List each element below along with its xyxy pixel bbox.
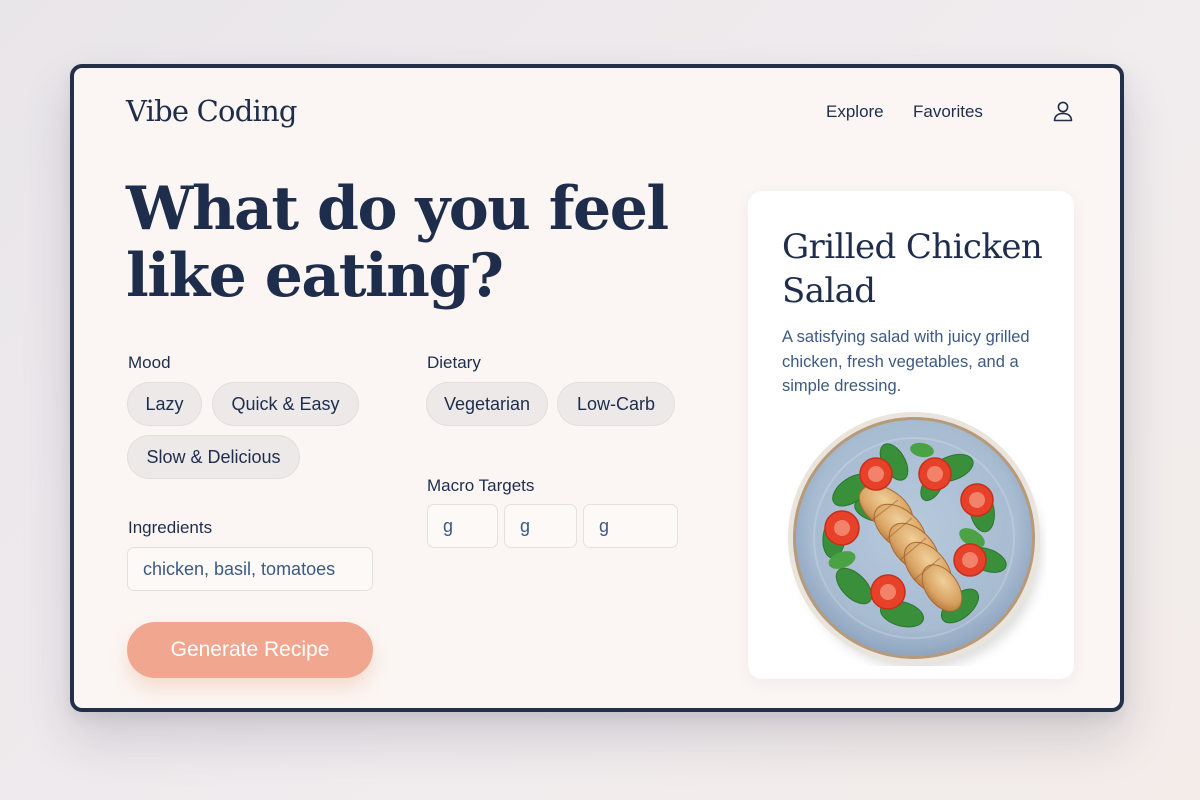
salad-plate-image <box>788 412 1042 666</box>
recipe-title: Grilled Chicken Salad <box>782 227 1043 311</box>
mood-chip-lazy[interactable]: Lazy <box>127 382 202 426</box>
user-icon[interactable] <box>1052 100 1074 122</box>
recipe-description: A satisfying salad with juicy grilled ch… <box>782 328 1030 395</box>
ingredients-label: Ingredients <box>128 518 213 537</box>
generate-recipe-button[interactable]: Generate Recipe <box>127 622 373 678</box>
page-headline: What do you feel like eating? <box>126 174 669 311</box>
recipe-card[interactable]: Grilled Chicken Salad A satisfying salad… <box>748 191 1074 679</box>
macro-fat-input[interactable] <box>583 504 678 548</box>
mood-chip-quick-easy[interactable]: Quick & Easy <box>212 382 359 426</box>
ingredients-input[interactable] <box>127 547 373 591</box>
mood-label: Mood <box>128 353 171 372</box>
dietary-label: Dietary <box>427 353 481 372</box>
mood-chip-slow-delicious[interactable]: Slow & Delicious <box>127 435 300 479</box>
app-logo[interactable]: Vibe Coding <box>126 94 297 128</box>
dietary-chip-low-carb[interactable]: Low-Carb <box>557 382 675 426</box>
nav-explore-link[interactable]: Explore <box>826 102 884 122</box>
dietary-chip-vegetarian[interactable]: Vegetarian <box>426 382 548 426</box>
macro-carbs-input[interactable] <box>504 504 577 548</box>
nav-favorites-link[interactable]: Favorites <box>913 102 983 122</box>
macro-targets-label: Macro Targets <box>427 476 535 495</box>
macro-protein-input[interactable] <box>427 504 498 548</box>
app-window: Vibe Coding Explore Favorites What do yo… <box>70 64 1124 712</box>
